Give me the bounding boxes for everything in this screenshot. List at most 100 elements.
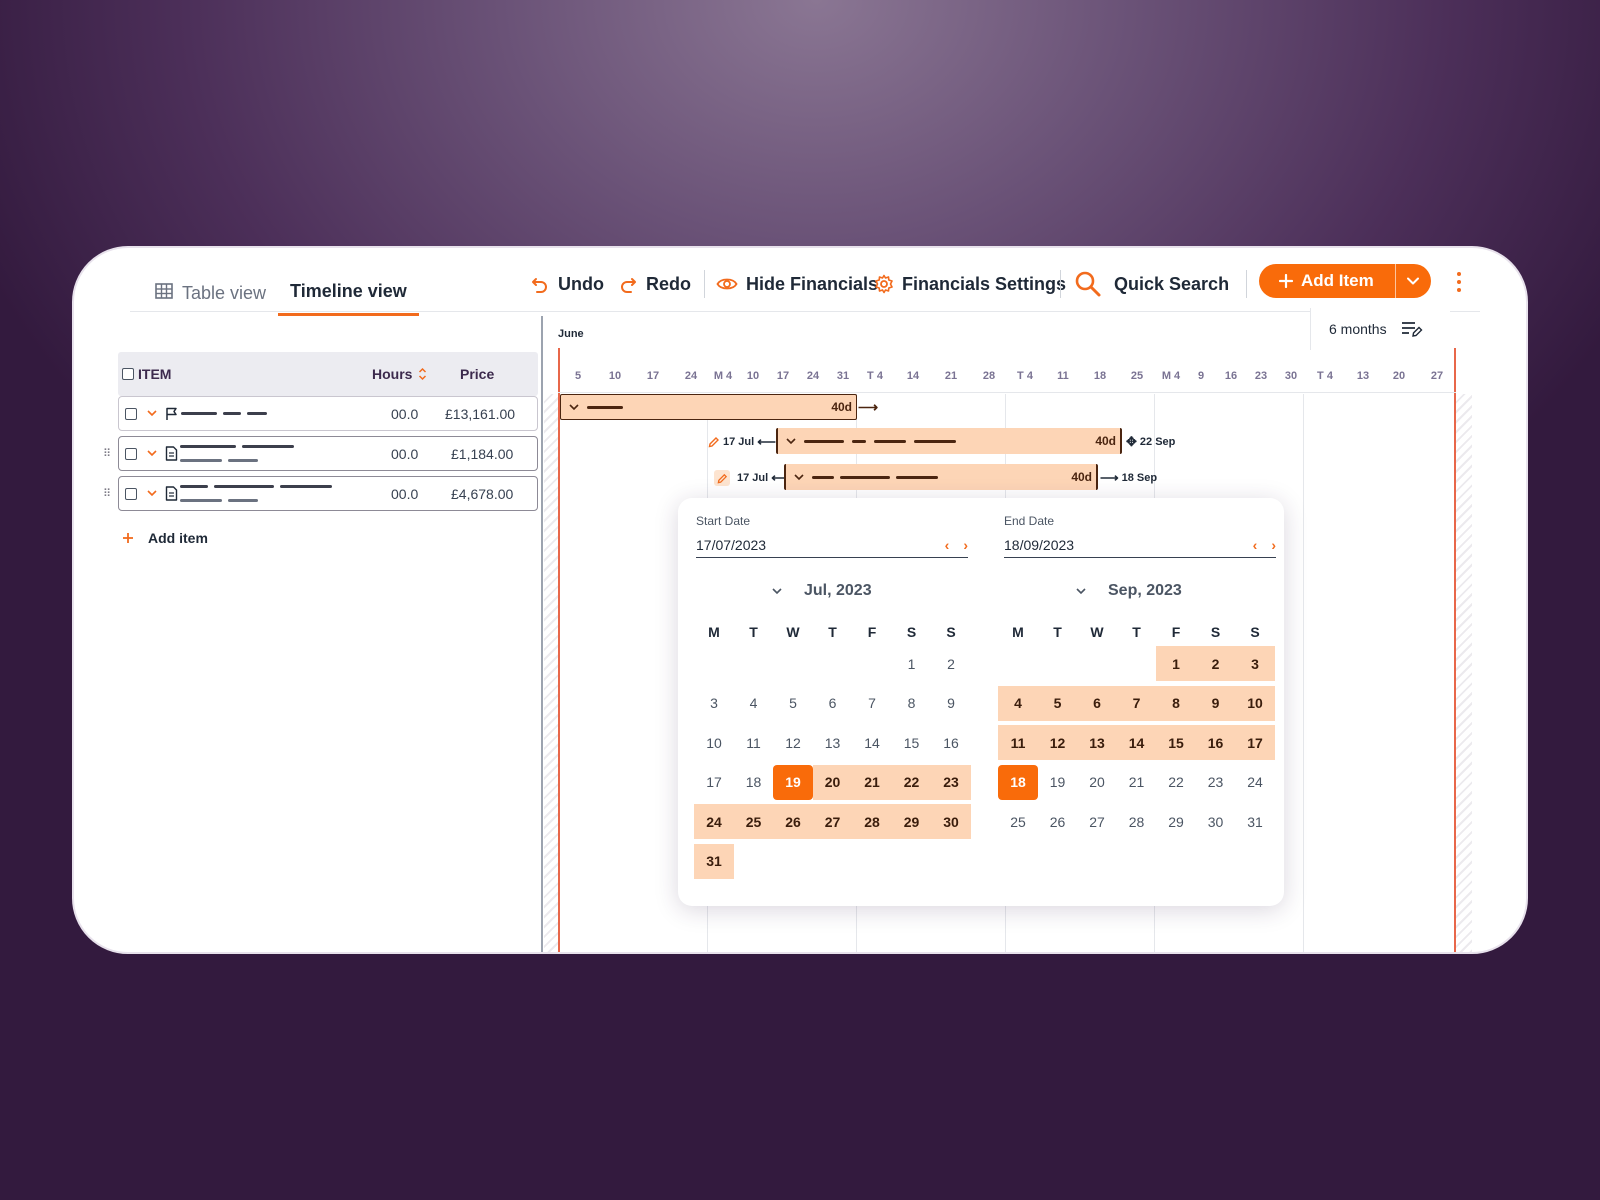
calendar-day[interactable]: 20: [1077, 765, 1117, 800]
calendar-day[interactable]: 13: [1077, 725, 1117, 760]
more-options-icon[interactable]: [1452, 268, 1466, 296]
calendar-day[interactable]: 19: [1038, 765, 1078, 800]
calendar-day[interactable]: 30: [931, 804, 971, 839]
calendar-day[interactable]: 28: [1117, 804, 1157, 839]
calendar-day[interactable]: 6: [813, 686, 853, 721]
chevron-left-icon[interactable]: ‹: [1253, 537, 1258, 553]
calendar-day[interactable]: 26: [773, 804, 813, 839]
calendar-day[interactable]: 30: [1196, 804, 1236, 839]
table-row[interactable]: ⠿ 00.0 £1,184.00: [103, 436, 538, 471]
calendar-day[interactable]: 7: [852, 686, 892, 721]
row-checkbox[interactable]: [125, 407, 137, 420]
table-row[interactable]: 00.0 £13,161.00: [118, 396, 538, 431]
bar-end-note[interactable]: ⟶ 18 Sep: [1100, 470, 1157, 486]
chevron-down-icon[interactable]: [794, 473, 804, 481]
row-checkbox[interactable]: [125, 447, 137, 460]
calendar-day[interactable]: 24: [694, 804, 734, 839]
drag-handle-icon[interactable]: ⠿: [103, 487, 111, 500]
left-month-selector[interactable]: Jul, 2023: [772, 582, 872, 600]
zoom-selector[interactable]: 6 months: [1310, 308, 1450, 350]
calendar-day[interactable]: 11: [998, 725, 1038, 760]
calendar-day[interactable]: 22: [1156, 765, 1196, 800]
calendar-day[interactable]: 22: [891, 764, 932, 800]
chevron-left-icon[interactable]: ‹: [945, 537, 950, 553]
add-item-button[interactable]: Add Item: [1259, 264, 1395, 298]
start-date-field[interactable]: 17/07/2023 ‹ ›: [696, 532, 968, 558]
calendar-day[interactable]: 21: [852, 764, 892, 800]
calendar-day[interactable]: 14: [1116, 725, 1157, 760]
timeline-bar[interactable]: 40d: [776, 428, 1122, 454]
calendar-day[interactable]: 15: [892, 725, 932, 760]
calendar-day[interactable]: 15: [1156, 725, 1196, 760]
calendar-day[interactable]: 31: [1235, 804, 1275, 839]
bar-start-note[interactable]: 17 Jul ⟵: [708, 434, 776, 450]
bar-start-note[interactable]: 17 Jul ⟵: [714, 470, 790, 486]
calendar-day[interactable]: 27: [1077, 804, 1117, 839]
add-item-dropdown-button[interactable]: [1395, 264, 1429, 298]
calendar-day[interactable]: 25: [733, 804, 774, 839]
calendar-day[interactable]: 23: [1196, 765, 1236, 800]
calendar-day[interactable]: 5: [773, 686, 813, 721]
table-row[interactable]: ⠿ 00.0 £4,678.00: [103, 476, 538, 511]
calendar-day[interactable]: 1: [892, 646, 932, 681]
chevron-down-icon[interactable]: [786, 437, 796, 445]
chevron-right-icon[interactable]: ›: [963, 537, 968, 553]
calendar-day[interactable]: 14: [852, 725, 892, 760]
calendar-day[interactable]: 4: [734, 686, 774, 721]
calendar-day[interactable]: 5: [1037, 685, 1078, 721]
timeline-bar[interactable]: 40d: [560, 394, 857, 420]
calendar-day[interactable]: 18: [998, 764, 1038, 800]
calendar-day[interactable]: 27: [812, 804, 853, 839]
calendar-day[interactable]: 8: [892, 686, 932, 721]
calendar-day[interactable]: 6: [1077, 685, 1117, 721]
calendar-day[interactable]: 9: [1195, 685, 1236, 721]
bar-end-note[interactable]: ✥ 22 Sep: [1126, 434, 1175, 450]
quick-search-button[interactable]: Quick Search: [1074, 266, 1229, 302]
undo-button[interactable]: Undo: [530, 266, 604, 302]
calendar-day[interactable]: 25: [998, 804, 1038, 839]
calendar-day[interactable]: 21: [1117, 765, 1157, 800]
calendar-day[interactable]: 19: [773, 764, 813, 800]
calendar-day[interactable]: 31: [694, 843, 734, 879]
calendar-day[interactable]: 28: [852, 804, 892, 839]
calendar-day[interactable]: 18: [734, 765, 774, 800]
tab-table-view[interactable]: Table view: [142, 270, 278, 316]
calendar-day[interactable]: 3: [1235, 646, 1275, 681]
end-date-field[interactable]: 18/09/2023 ‹ ›: [1004, 532, 1276, 558]
calendar-day[interactable]: 7: [1116, 685, 1157, 721]
drag-handle-icon[interactable]: ⠿: [103, 447, 111, 460]
chevron-down-icon[interactable]: [147, 450, 157, 457]
calendar-day[interactable]: 3: [694, 686, 734, 721]
calendar-day[interactable]: 2: [931, 646, 971, 681]
right-month-selector[interactable]: Sep, 2023: [1076, 582, 1182, 600]
chevron-down-icon[interactable]: [147, 410, 157, 417]
calendar-day[interactable]: 16: [1195, 725, 1236, 760]
calendar-day[interactable]: 20: [812, 764, 853, 800]
redo-button[interactable]: Redo: [618, 266, 691, 302]
calendar-day[interactable]: 9: [931, 686, 971, 721]
arrow-right-icon[interactable]: ⟶: [858, 399, 878, 416]
chevron-right-icon[interactable]: ›: [1271, 537, 1276, 553]
calendar-day[interactable]: 8: [1156, 685, 1196, 721]
calendar-day[interactable]: 17: [1235, 725, 1275, 760]
calendar-day[interactable]: 13: [813, 725, 853, 760]
calendar-day[interactable]: 4: [998, 685, 1038, 721]
calendar-day[interactable]: 26: [1038, 804, 1078, 839]
hours-column-header[interactable]: Hours: [372, 366, 427, 382]
calendar-day[interactable]: 17: [694, 765, 734, 800]
chevron-down-icon[interactable]: [147, 490, 157, 497]
financials-settings-button[interactable]: Financials Settings: [874, 266, 1066, 302]
row-checkbox[interactable]: [125, 487, 137, 500]
calendar-day[interactable]: 12: [1037, 725, 1078, 760]
timeline-bar[interactable]: 40d: [784, 464, 1098, 490]
calendar-day[interactable]: 2: [1195, 646, 1236, 681]
tab-timeline-view[interactable]: Timeline view: [278, 270, 419, 316]
hide-financials-button[interactable]: Hide Financials: [716, 266, 878, 302]
calendar-day[interactable]: 12: [773, 725, 813, 760]
calendar-day[interactable]: 16: [931, 725, 971, 760]
calendar-day[interactable]: 29: [1156, 804, 1196, 839]
calendar-day[interactable]: 10: [1235, 685, 1275, 721]
calendar-day[interactable]: 23: [931, 764, 971, 800]
calendar-day[interactable]: 29: [891, 804, 932, 839]
calendar-day[interactable]: 10: [694, 725, 734, 760]
